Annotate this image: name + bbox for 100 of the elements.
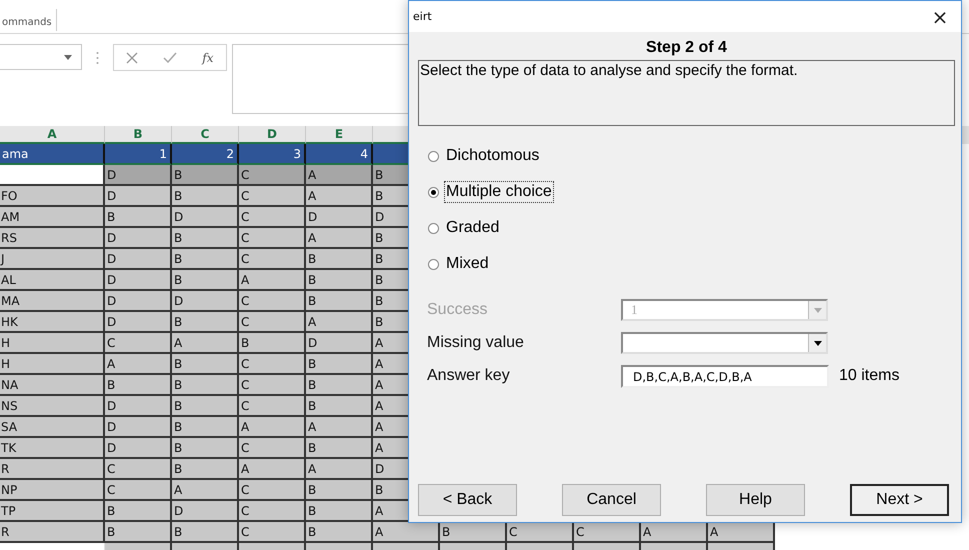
radio-label[interactable]: Multiple choice [444,181,554,203]
table-cell: B [172,186,239,207]
table-cell: B [306,375,373,396]
column-header[interactable]: E [334,127,344,141]
table-cell: A [708,522,775,543]
caret-icon [64,55,72,60]
table-cell: A [306,228,373,249]
table-cell: B [306,480,373,501]
table-cell: B [306,354,373,375]
radio-button[interactable] [428,258,439,270]
column-header[interactable]: A [47,127,57,141]
table-cell: B [306,396,373,417]
table-cell: D [105,270,172,291]
table-cell: A [172,480,239,501]
caret-icon [814,308,822,312]
table-cell: C [239,501,306,522]
table-cell: A [172,333,239,354]
table-cell: B [172,270,239,291]
radio-label[interactable]: Dichotomous [444,145,542,167]
table-cell: D [306,333,373,354]
table-cell: B [239,333,306,354]
table-cell: B [306,270,373,291]
table-cell: NS [0,396,105,417]
answer-key-field[interactable]: D,B,C,A,B,A,C,D,B,A [621,364,829,388]
radio-label[interactable]: Graded [444,217,502,239]
column-header[interactable]: D [267,127,277,141]
table-cell: D [105,228,172,249]
table-cell: HK [0,312,105,333]
radio-button[interactable] [428,222,439,234]
table-cell: D [105,438,172,459]
table-cell: 2 [172,144,239,165]
table-cell: B [172,312,239,333]
table-cell: C [239,312,306,333]
table-cell: C [105,480,172,501]
close-button[interactable]: × [925,2,955,30]
table-cell: B [105,501,172,522]
radio-button[interactable] [428,150,439,162]
table-cell: FO [0,186,105,207]
dropdown-field[interactable] [621,332,828,354]
table-cell: A [373,522,440,543]
table-cell: R [0,459,105,480]
radio-button[interactable] [428,186,439,198]
radio-label[interactable]: Mixed [444,253,491,275]
table-cell: B [172,228,239,249]
table-cell: A [306,312,373,333]
table-cell: B [172,249,239,270]
table-cell: C [574,522,641,543]
table-cell: C [239,438,306,459]
table-cell: D [172,291,239,312]
table-cell: D [105,291,172,312]
table-cell: 3 [239,144,306,165]
caret-icon [814,340,822,346]
dialog-button[interactable]: < Back [418,484,517,516]
dropdown-button[interactable] [808,334,826,352]
drag-handle-icon[interactable] [96,51,99,65]
window-title: eirt [413,10,432,23]
table-cell: D [306,207,373,228]
cancel-icon[interactable] [126,52,138,64]
table-cell: A [641,522,708,543]
table-cell: C [239,186,306,207]
dialog-button[interactable]: Help [706,484,805,516]
table-cell: A [306,459,373,480]
table-cell: D [105,417,172,438]
table-cell: NP [0,480,105,501]
table-cell: B [172,438,239,459]
column-header[interactable]: B [133,127,143,141]
table-cell: B [172,165,239,186]
table-cell: B [105,522,172,543]
table-cell: C [105,459,172,480]
table-cell: A [239,270,306,291]
dialog-button[interactable]: Next > [850,484,949,516]
table-cell: B [172,459,239,480]
check-icon[interactable] [163,52,178,63]
table-cell: C [507,522,574,543]
table-cell: 4 [306,144,373,165]
insert-function-button[interactable]: fx [202,50,214,64]
table-cell: A [306,186,373,207]
table-cell: B [172,522,239,543]
dialog-button[interactable]: Cancel [562,484,661,516]
table-cell: B [306,291,373,312]
table-cell: B [172,354,239,375]
step-heading: Step 2 of 4 [645,38,728,58]
column-header[interactable]: C [200,127,210,141]
table-cell: C [239,207,306,228]
table-cell: C [239,354,306,375]
table-cell: B [306,249,373,270]
table-cell: C [239,249,306,270]
table-cell: C [239,396,306,417]
table-cell: C [239,165,306,186]
table-cell: C [239,522,306,543]
table-cell: D [105,396,172,417]
table-cell: D [105,165,172,186]
table-cell: ama [0,144,105,165]
table-cell: TP [0,501,105,522]
table-cell: AL [0,270,105,291]
instructions-text: Select the type of data to analyse and specify the format. [418,60,955,126]
table-cell: B [172,396,239,417]
table-cell: B [306,438,373,459]
table-cell: A [306,165,373,186]
table-cell: B [306,522,373,543]
